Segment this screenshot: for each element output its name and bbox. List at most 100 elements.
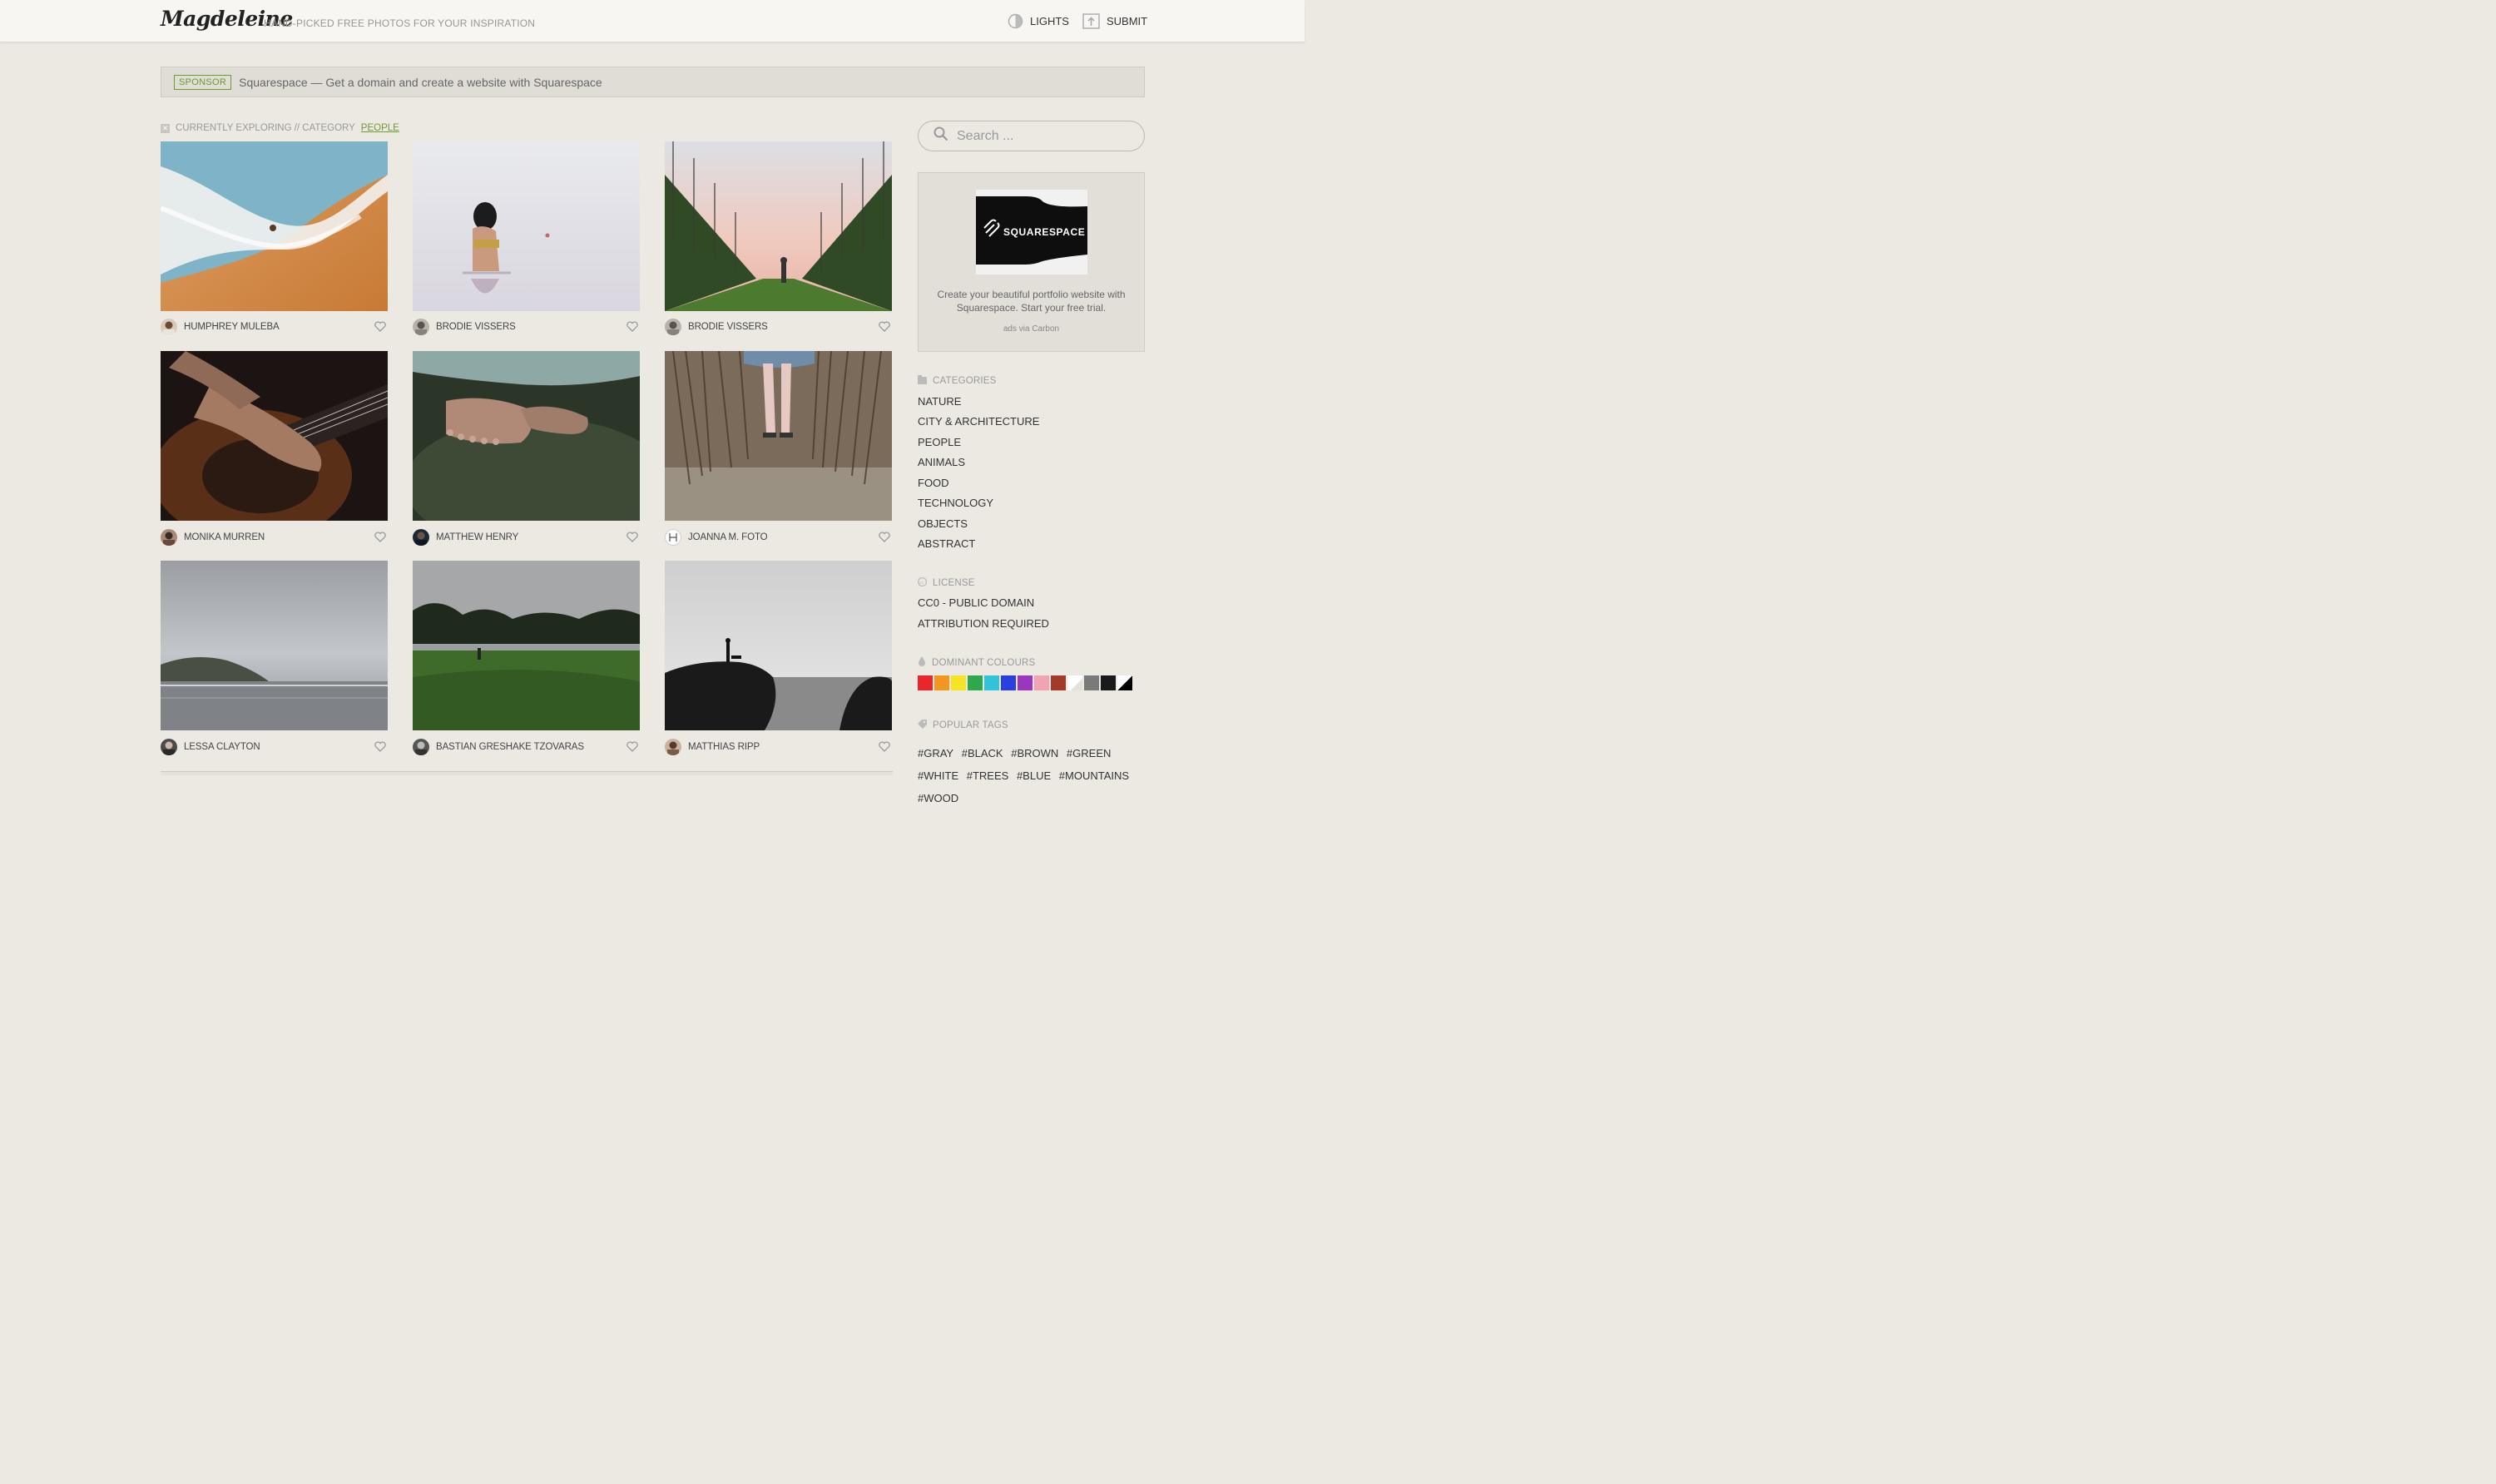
submit-button[interactable]: SUBMIT: [1082, 13, 1147, 29]
license-attribution[interactable]: ATTRIBUTION REQUIRED: [918, 617, 1049, 630]
swatch-black-white[interactable]: [1117, 675, 1132, 690]
swatch-black[interactable]: [1101, 675, 1116, 690]
popular-tags: #GRAY #BLACK #BROWN #GREEN #WHITE #TREES…: [918, 742, 1151, 809]
avatar: [161, 739, 177, 755]
tag-white[interactable]: #WHITE: [918, 769, 958, 782]
heart-icon[interactable]: [879, 741, 890, 756]
ad-brand: SQUARESPACE: [1003, 226, 1085, 238]
heart-icon[interactable]: [374, 532, 386, 547]
photo-card[interactable]: [161, 351, 388, 521]
avatar: [413, 319, 429, 335]
category-food[interactable]: FOOD: [918, 477, 949, 489]
author-name[interactable]: JOANNA M. FOTO: [688, 532, 768, 542]
category-objects[interactable]: OBJECTS: [918, 517, 968, 530]
swatch-cyan[interactable]: [984, 675, 999, 690]
photo-credit[interactable]: MATTHEW HENRY: [413, 529, 640, 546]
top-bar: Magdeleine HAND-PICKED FREE PHOTOS FOR Y…: [0, 0, 1305, 42]
photo-image: [413, 351, 640, 521]
tags-heading: POPULAR TAGS: [918, 720, 1008, 731]
category-city-architecture[interactable]: CITY & ARCHITECTURE: [918, 415, 1039, 428]
heart-icon[interactable]: [626, 741, 638, 756]
search-field[interactable]: [918, 121, 1145, 151]
photo-credit[interactable]: JOANNA M. FOTO: [665, 529, 892, 546]
tags-heading-label: POPULAR TAGS: [933, 720, 1008, 730]
photo-image: [413, 561, 640, 730]
photo-card[interactable]: [161, 561, 388, 730]
photo-card[interactable]: [665, 351, 892, 521]
swatch-purple[interactable]: [1018, 675, 1033, 690]
author-name[interactable]: BRODIE VISSERS: [688, 322, 768, 332]
photo-card[interactable]: [413, 141, 640, 311]
category-technology[interactable]: TECHNOLOGY: [918, 497, 993, 509]
category-animals[interactable]: ANIMALS: [918, 456, 965, 468]
photo-card[interactable]: [413, 351, 640, 521]
sponsor-link[interactable]: Squarespace — Get a domain and create a …: [239, 76, 602, 89]
tag-icon: [918, 720, 927, 731]
heart-icon[interactable]: [879, 532, 890, 547]
colours-heading-label: DOMINANT COLOURS: [932, 657, 1036, 668]
clear-filter-icon[interactable]: ✕: [161, 123, 170, 133]
carbon-ad[interactable]: SQUARESPACE Create your beautiful portfo…: [918, 172, 1145, 352]
heart-icon[interactable]: [879, 321, 890, 336]
photo-credit[interactable]: LESSA CLAYTON: [161, 739, 388, 755]
swatch-green[interactable]: [968, 675, 983, 690]
filter-category-link[interactable]: PEOPLE: [361, 123, 399, 133]
ad-image[interactable]: SQUARESPACE: [976, 190, 1087, 275]
tag-wood[interactable]: #WOOD: [918, 792, 958, 804]
photo-card[interactable]: [665, 141, 892, 311]
tag-gray[interactable]: #GRAY: [918, 747, 953, 759]
heart-icon[interactable]: [626, 532, 638, 547]
swatch-gray[interactable]: [1084, 675, 1099, 690]
tag-trees[interactable]: #TREES: [967, 769, 1009, 782]
tag-black[interactable]: #BLACK: [962, 747, 1003, 759]
avatar: [161, 319, 177, 335]
photo-card[interactable]: [413, 561, 640, 730]
category-nature[interactable]: NATURE: [918, 395, 961, 408]
search-input[interactable]: [957, 128, 1123, 144]
photo-card[interactable]: [665, 561, 892, 730]
tag-mountains[interactable]: #MOUNTAINS: [1059, 769, 1129, 782]
photo-credit[interactable]: HUMPHREY MULEBA: [161, 319, 388, 335]
heart-icon[interactable]: [374, 741, 386, 756]
heart-icon[interactable]: [374, 321, 386, 336]
tag-brown[interactable]: #BROWN: [1011, 747, 1058, 759]
swatch-pink[interactable]: [1034, 675, 1049, 690]
author-name[interactable]: MATTHEW HENRY: [436, 532, 518, 542]
author-name[interactable]: BRODIE VISSERS: [436, 322, 516, 332]
current-filter: ✕ CURRENTLY EXPLORING // CATEGORY PEOPLE: [161, 123, 399, 133]
heart-icon[interactable]: [626, 321, 638, 336]
swatch-blue[interactable]: [1001, 675, 1016, 690]
photo-credit[interactable]: BRODIE VISSERS: [413, 319, 640, 335]
tag-blue[interactable]: #BLUE: [1017, 769, 1051, 782]
author-name[interactable]: LESSA CLAYTON: [184, 742, 260, 752]
site-tagline: HAND-PICKED FREE PHOTOS FOR YOUR INSPIRA…: [264, 17, 536, 29]
avatar: [665, 529, 681, 546]
swatch-red[interactable]: [918, 675, 933, 690]
author-name[interactable]: MONIKA MURREN: [184, 532, 265, 542]
photo-credit[interactable]: MONIKA MURREN: [161, 529, 388, 546]
drop-icon: [918, 656, 926, 669]
filter-prefix: CURRENTLY EXPLORING // CATEGORY: [176, 123, 355, 133]
category-people[interactable]: PEOPLE: [918, 436, 961, 448]
author-name[interactable]: HUMPHREY MULEBA: [184, 322, 280, 332]
photo-credit[interactable]: BRODIE VISSERS: [665, 319, 892, 335]
swatch-yellow[interactable]: [951, 675, 966, 690]
swatch-brown[interactable]: [1051, 675, 1066, 690]
photo-image: [161, 141, 388, 311]
swatch-white[interactable]: [1067, 675, 1082, 690]
sponsor-bar[interactable]: SPONSOR Squarespace — Get a domain and c…: [161, 67, 1145, 97]
author-name[interactable]: MATTHIAS RIPP: [688, 742, 760, 752]
photo-card[interactable]: [161, 141, 388, 311]
lights-button[interactable]: LIGHTS: [1008, 13, 1069, 29]
category-abstract[interactable]: ABSTRACT: [918, 537, 975, 550]
author-name[interactable]: BASTIAN GRESHAKE TZOVARAS: [436, 742, 584, 752]
ad-text[interactable]: Create your beautiful portfolio website …: [927, 288, 1136, 314]
swatch-orange[interactable]: [934, 675, 949, 690]
photo-image: [665, 561, 892, 730]
photo-credit[interactable]: BASTIAN GRESHAKE TZOVARAS: [413, 739, 640, 755]
sponsor-badge: SPONSOR: [174, 74, 232, 90]
photo-credit[interactable]: MATTHIAS RIPP: [665, 739, 892, 755]
ad-via[interactable]: ads via Carbon: [919, 324, 1144, 334]
license-cc0[interactable]: CC0 - PUBLIC DOMAIN: [918, 596, 1034, 609]
tag-green[interactable]: #GREEN: [1067, 747, 1111, 759]
